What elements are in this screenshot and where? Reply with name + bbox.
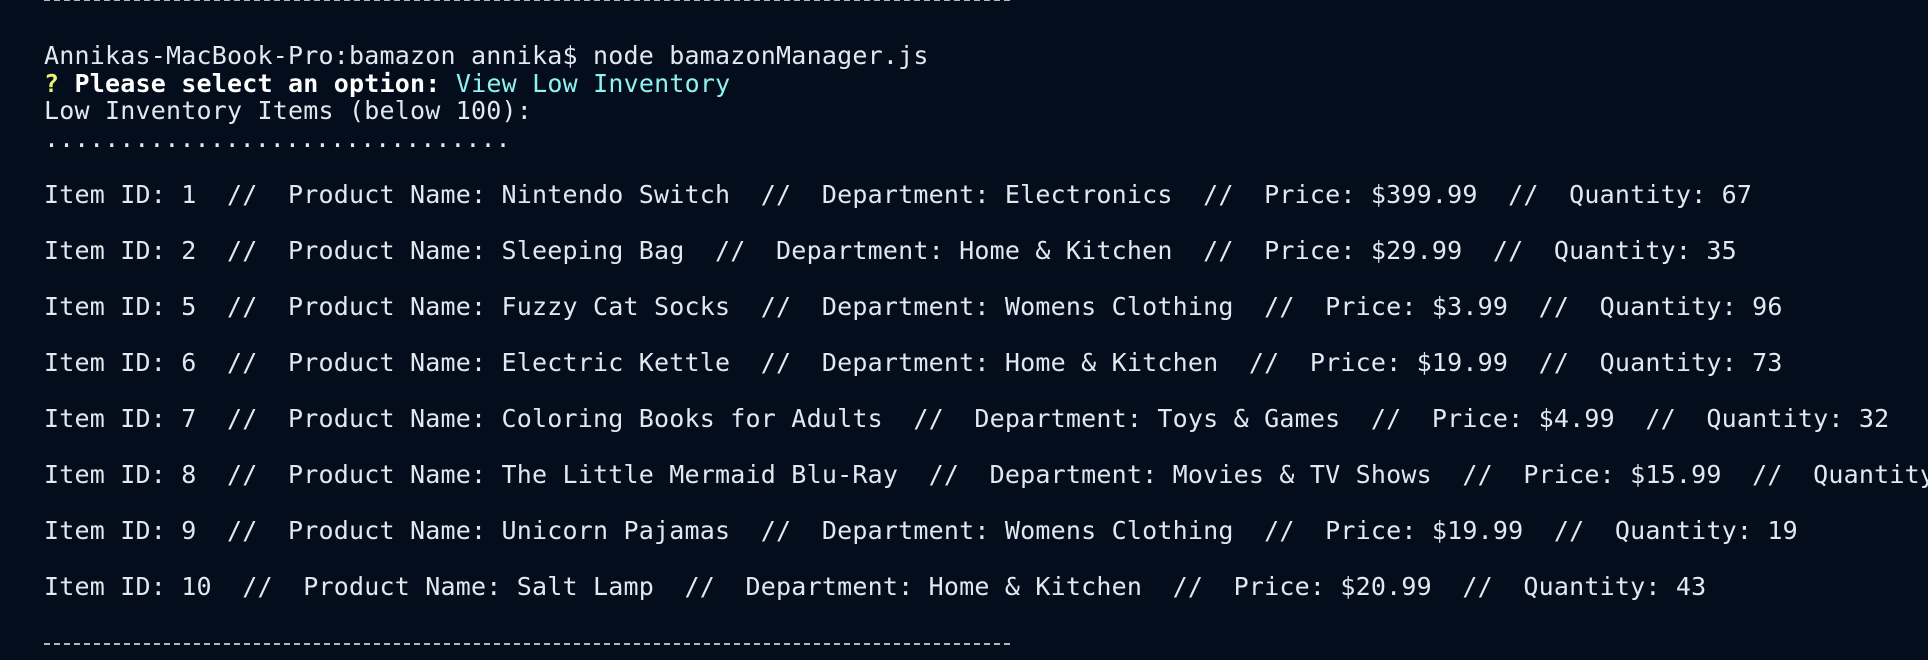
low-inventory-heading: Low Inventory Items (below 100):	[44, 96, 533, 125]
terminal-window[interactable]: Annikas-MacBook-Pro:bamazon annika$ node…	[0, 0, 1928, 660]
prompt-line: ? Please select an option: View Low Inve…	[44, 70, 730, 98]
inventory-row: Item ID: 8 // Product Name: The Little M…	[44, 460, 1928, 489]
inventory-row: Item ID: 6 // Product Name: Electric Ket…	[44, 348, 1783, 377]
bottom-divider	[44, 643, 1010, 647]
inventory-row: Item ID: 10 // Product Name: Salt Lamp /…	[44, 572, 1707, 601]
dotted-separator: ...............................	[44, 124, 511, 153]
inventory-row: Item ID: 1 // Product Name: Nintendo Swi…	[44, 180, 1753, 209]
inventory-row: Item ID: 9 // Product Name: Unicorn Paja…	[44, 516, 1798, 545]
prompt-answer: View Low Inventory	[455, 69, 731, 98]
top-divider	[44, 0, 1010, 3]
inventory-row: Item ID: 7 // Product Name: Coloring Boo…	[44, 404, 1890, 433]
inventory-row: Item ID: 2 // Product Name: Sleeping Bag…	[44, 236, 1737, 265]
command-line: Annikas-MacBook-Pro:bamazon annika$ node…	[44, 41, 929, 70]
inventory-row: Item ID: 5 // Product Name: Fuzzy Cat So…	[44, 292, 1783, 321]
prompt-label: Please select an option:	[74, 69, 441, 98]
prompt-question-mark: ?	[44, 69, 60, 98]
